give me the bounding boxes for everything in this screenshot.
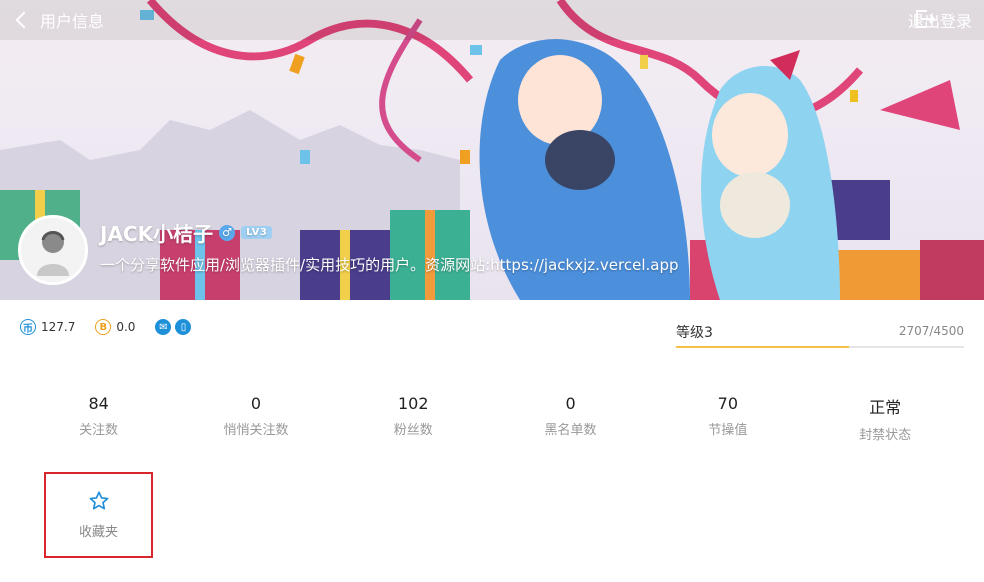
stat-label: 悄悄关注数: [223, 423, 289, 438]
avatar-image: [21, 218, 85, 282]
stat-item[interactable]: 0 黑名单数: [492, 394, 649, 443]
logout-button[interactable]: 退出登录: [908, 9, 972, 31]
stat-value: 84: [88, 394, 109, 413]
stat-value: 0: [250, 394, 262, 413]
top-bar: [0, 0, 984, 40]
stat-item[interactable]: 0 悄悄关注数: [177, 394, 334, 443]
bcoin-icon: B: [95, 319, 112, 335]
level-progress-track: [676, 346, 964, 348]
stat-value: 70: [717, 394, 739, 413]
stat-item[interactable]: 102 粉丝数: [335, 394, 492, 443]
chevron-left-icon: [15, 11, 33, 29]
male-icon: ♂: [219, 224, 236, 241]
star-icon: [89, 491, 108, 510]
level-exp: 2707/4500: [898, 324, 964, 338]
back-button[interactable]: 用户信息: [14, 9, 104, 31]
stat-value: 102: [397, 394, 429, 413]
stat-item[interactable]: 84 关注数: [20, 394, 177, 443]
favorites-button[interactable]: 收藏夹: [44, 472, 153, 558]
stat-label: 黑名单数: [544, 423, 597, 438]
stat-value: 正常: [869, 398, 902, 417]
coin-value: 127.7: [41, 320, 76, 334]
page-title: 用户信息: [40, 12, 105, 31]
bcoin-value: 0.0: [116, 320, 136, 334]
wallet-row: 币 127.7 B 0.0 ✉ ▯: [20, 319, 192, 335]
coin-icon: 币: [20, 319, 36, 335]
stat-label: 关注数: [79, 423, 119, 438]
stat-label: 节操值: [708, 423, 748, 438]
favorites-label: 收藏夹: [78, 525, 118, 540]
avatar[interactable]: [18, 215, 88, 285]
level-badge: LV3: [241, 226, 273, 239]
username: JACK小桔子: [100, 222, 214, 246]
profile-banner: 用户信息 退出登录 JACK小桔子 ♂ LV3 一个分享软件应用/浏览器插件/实…: [0, 0, 984, 300]
stat-item[interactable]: 正常 封禁状态: [806, 394, 963, 443]
stat-value: 0: [565, 394, 576, 413]
phone-verified-icon[interactable]: ▯: [175, 319, 192, 335]
user-bio: 一个分享软件应用/浏览器插件/实用技巧的用户。资源网站:https://jack…: [100, 256, 679, 274]
level-progress-fill: [676, 346, 850, 348]
level-section: 等级3 2707/4500: [676, 322, 964, 348]
stat-label: 封禁状态: [859, 428, 912, 443]
level-name: 等级3: [676, 325, 713, 341]
email-verified-icon[interactable]: ✉: [155, 319, 172, 335]
stat-item[interactable]: 70 节操值: [649, 394, 806, 443]
stat-label: 粉丝数: [393, 423, 433, 438]
logout-icon: [915, 10, 936, 28]
username-row: JACK小桔子 ♂ LV3: [100, 218, 273, 247]
stats-row: 84 关注数 0 悄悄关注数 102 粉丝数 0 黑名单数 70 节操值 正常封禁状态: [20, 394, 964, 443]
